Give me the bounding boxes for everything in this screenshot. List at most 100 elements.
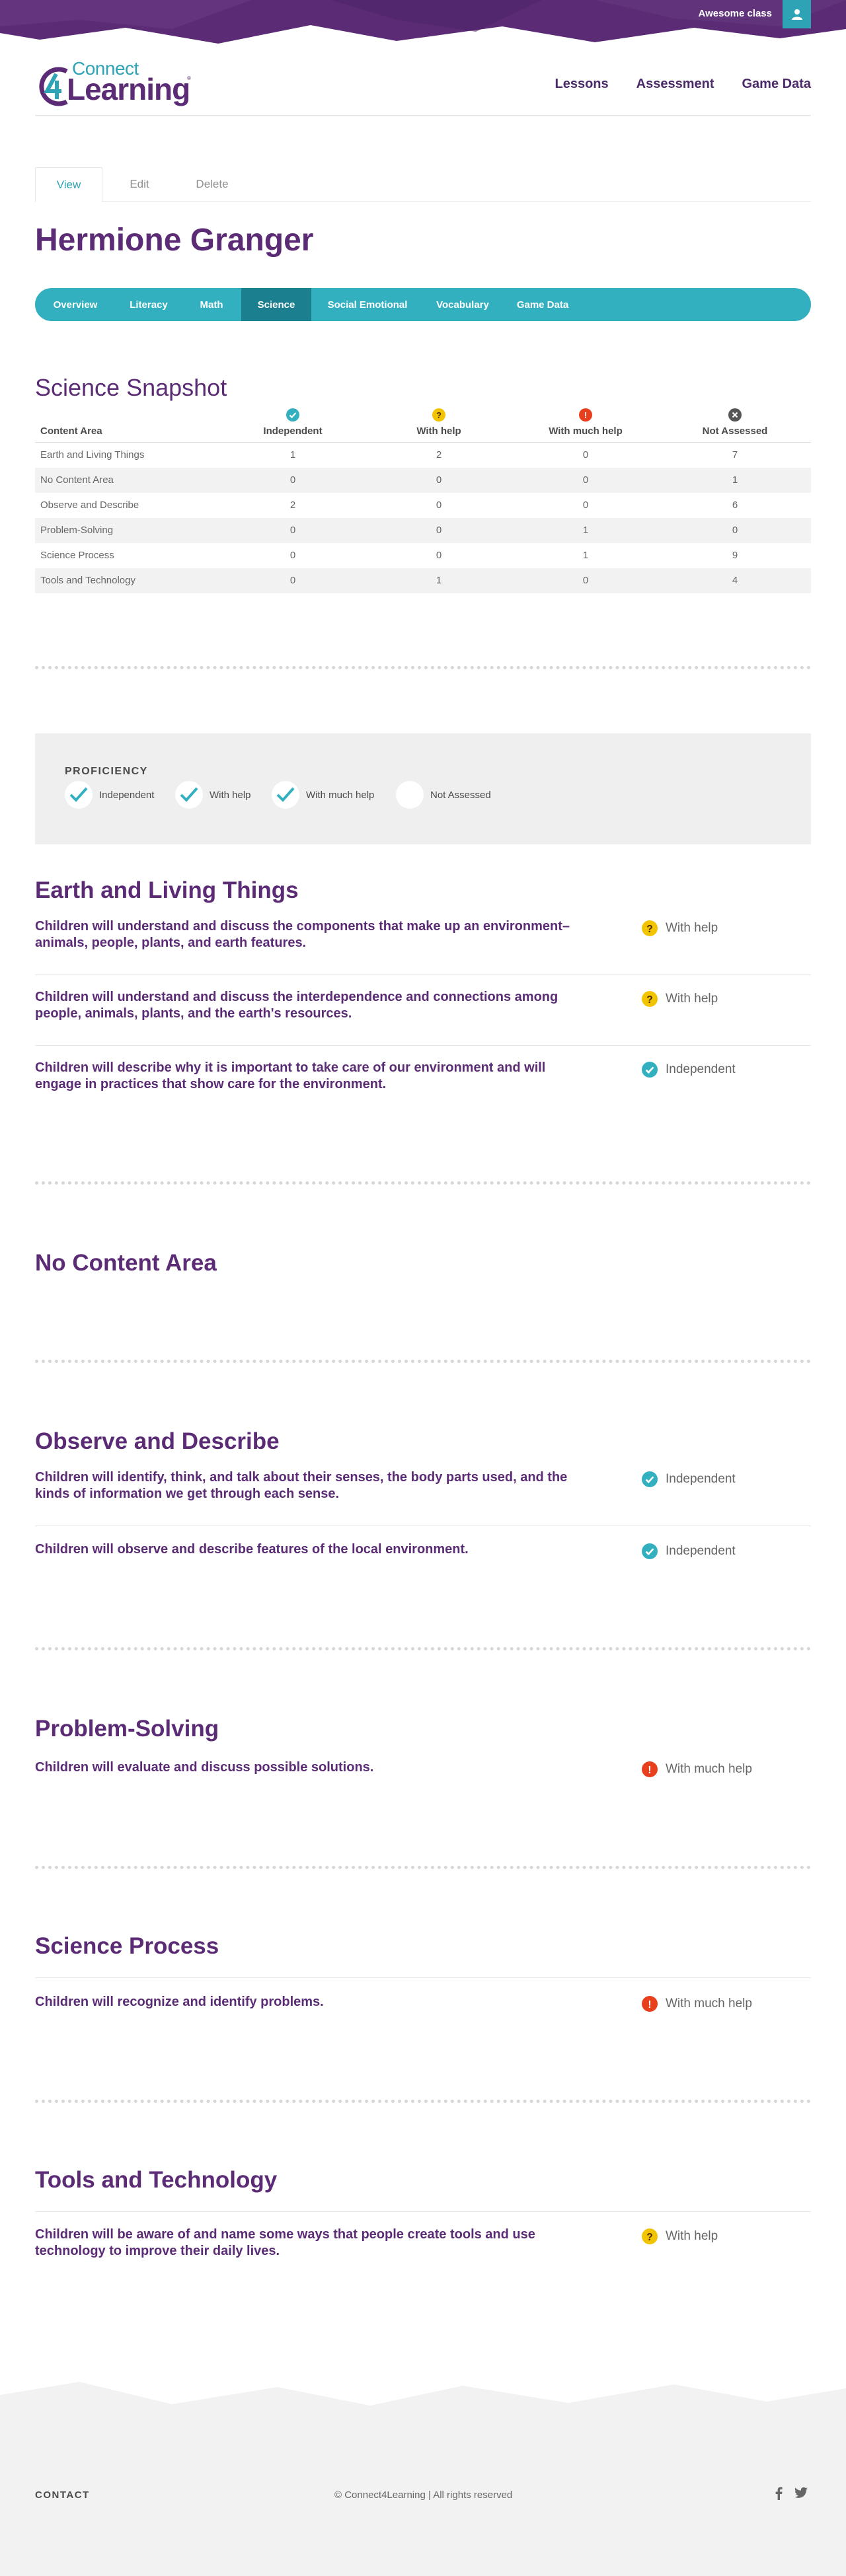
legend-not-assessed-marker xyxy=(396,781,424,809)
svg-text:?: ? xyxy=(646,2232,653,2243)
cell-area: Science Process xyxy=(40,550,114,561)
legend-title: PROFICIENCY xyxy=(65,766,148,777)
status-badge: Independent xyxy=(642,1062,736,1078)
class-selector[interactable]: Awesome class xyxy=(699,8,772,19)
cell-with-much-help: 0 xyxy=(582,499,589,511)
nav-assessment[interactable]: Assessment xyxy=(636,77,714,92)
check-circle-icon xyxy=(286,408,299,422)
cell-not-assessed: 9 xyxy=(732,550,738,561)
cell-area: Problem-Solving xyxy=(35,517,220,543)
cell-independent: 0 xyxy=(220,467,365,493)
nav-game-data[interactable]: Game Data xyxy=(742,77,812,92)
item-text: Children will evaluate and discuss possi… xyxy=(35,1760,374,1775)
cell-with-help: 0 xyxy=(436,499,442,511)
footer-contact-link[interactable]: CONTACT xyxy=(35,2489,90,2501)
list-item: Children will recognize and identify pro… xyxy=(35,1994,811,2020)
col-with-much-help-label: With much help xyxy=(549,425,623,437)
status-badge: Independent xyxy=(642,1471,736,1487)
c4l-logo[interactable]: Connect Learning ® xyxy=(35,58,194,108)
col-not-assessed: Not Assessed xyxy=(659,408,811,443)
user-icon xyxy=(791,9,802,20)
table-row: No Content Area 0 0 0 1 xyxy=(35,467,811,493)
tab-view[interactable]: View xyxy=(35,167,102,202)
x-circle-icon xyxy=(728,408,742,422)
tab-overview[interactable]: Overview xyxy=(35,288,116,321)
snapshot-header-row: Content Area Independent ? With help ! W… xyxy=(35,408,811,443)
legend-with-much-help-marker xyxy=(272,781,299,809)
col-independent: Independent xyxy=(220,408,365,443)
area-title-earth-and-living-things: Earth and Living Things xyxy=(35,877,299,903)
area-title-no-content-area: No Content Area xyxy=(35,1250,217,1276)
col-with-help: ? With help xyxy=(365,408,512,443)
cell-independent: 0 xyxy=(289,550,296,561)
cell-with-help: 0 xyxy=(436,550,442,561)
status-label: With help xyxy=(666,992,718,1006)
status-badge: ? With help xyxy=(642,2228,718,2244)
col-not-assessed-label: Not Assessed xyxy=(702,425,768,437)
legend-independent-marker xyxy=(65,781,93,809)
cell-with-much-help: 1 xyxy=(512,517,659,543)
twitter-icon[interactable] xyxy=(794,2487,808,2499)
status-badge: ! With much help xyxy=(642,1761,752,1777)
list-item: Children will be aware of and name some … xyxy=(35,2226,811,2266)
cell-with-much-help: 0 xyxy=(512,467,659,493)
cell-with-much-help: 0 xyxy=(582,449,589,461)
check-circle-icon xyxy=(642,1471,658,1487)
cell-not-assessed: 7 xyxy=(732,449,738,461)
area-title-observe-and-describe: Observe and Describe xyxy=(35,1428,280,1454)
cell-with-help: 2 xyxy=(436,449,442,461)
status-label: With much help xyxy=(666,1762,752,1776)
tab-science[interactable]: Science xyxy=(241,288,311,321)
tab-edit[interactable]: Edit xyxy=(106,167,173,202)
cell-area: Tools and Technology xyxy=(35,568,220,593)
footer-copyright: © Connect4Learning | All rights reserved xyxy=(334,2489,513,2501)
table-row: Problem-Solving 0 0 1 0 xyxy=(35,517,811,543)
col-with-help-label: With help xyxy=(416,425,461,437)
logo-trademark: ® xyxy=(187,75,191,81)
tab-literacy[interactable]: Literacy xyxy=(116,288,182,321)
facebook-icon[interactable] xyxy=(775,2487,783,2500)
user-menu-button[interactable] xyxy=(783,0,811,28)
tab-social-emotional[interactable]: Social Emotional xyxy=(311,288,424,321)
svg-text:!: ! xyxy=(648,1999,651,2010)
status-badge: ? With help xyxy=(642,920,718,936)
section-divider xyxy=(35,1360,811,1363)
nav-lessons[interactable]: Lessons xyxy=(555,77,609,92)
checkmark-icon xyxy=(69,787,88,802)
legend-label: With help xyxy=(210,789,251,801)
exclamation-circle-icon: ! xyxy=(579,408,592,422)
col-with-much-help: ! With much help xyxy=(512,408,659,443)
tab-delete[interactable]: Delete xyxy=(179,167,245,202)
section-divider xyxy=(35,1647,811,1650)
list-item: Children will understand and discuss the… xyxy=(35,918,811,975)
status-label: With help xyxy=(666,921,718,935)
cell-area: No Content Area xyxy=(35,467,220,493)
cell-independent: 2 xyxy=(289,499,296,511)
tab-game-data[interactable]: Game Data xyxy=(502,288,584,321)
proficiency-legend: PROFICIENCY Independent With help With m… xyxy=(35,733,811,844)
snapshot-title: Science Snapshot xyxy=(35,374,227,401)
cell-with-much-help: 1 xyxy=(582,550,589,561)
area-title-problem-solving: Problem-Solving xyxy=(35,1716,219,1742)
status-label: With much help xyxy=(666,1997,752,2010)
domain-tabs: Overview Literacy Math Science Social Em… xyxy=(35,288,811,321)
cell-not-assessed: 6 xyxy=(732,499,738,511)
checkmark-icon xyxy=(180,787,198,802)
tab-vocabulary[interactable]: Vocabulary xyxy=(424,288,502,321)
cell-area: Observe and Describe xyxy=(40,499,139,511)
cell-area: Earth and Living Things xyxy=(40,449,145,461)
table-row: Observe and Describe 2 0 0 6 xyxy=(35,493,811,518)
col-independent-label: Independent xyxy=(263,425,323,437)
area-title-rule xyxy=(35,1977,811,1978)
svg-text:?: ? xyxy=(646,994,653,1006)
action-tabs: View Edit Delete xyxy=(35,167,811,202)
question-circle-icon: ? xyxy=(642,920,658,936)
cell-not-assessed: 4 xyxy=(659,568,811,593)
legend-independent: Independent xyxy=(65,781,154,809)
exclamation-circle-icon: ! xyxy=(642,1996,658,2012)
section-divider xyxy=(35,1866,811,1869)
list-item: Children will evaluate and discuss possi… xyxy=(35,1759,811,1786)
cell-independent: 1 xyxy=(289,449,296,461)
tab-math[interactable]: Math xyxy=(182,288,241,321)
main-nav: Lessons Assessment Game Data xyxy=(555,77,812,92)
